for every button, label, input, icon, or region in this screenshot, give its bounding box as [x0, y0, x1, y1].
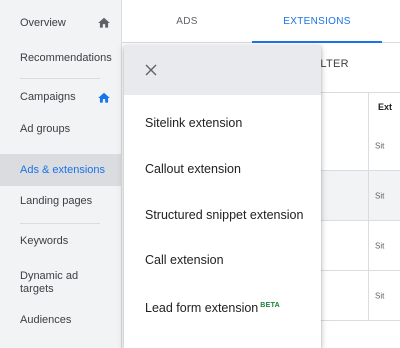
tab-ads[interactable]: ADS — [142, 0, 232, 41]
column-divider — [368, 121, 369, 170]
menu-item-callout-extension[interactable]: Callout extension — [124, 151, 321, 187]
home-icon — [98, 17, 110, 28]
divider — [20, 223, 100, 224]
beta-badge: BETA — [260, 302, 281, 309]
column-divider — [368, 93, 369, 121]
table-row[interactable]: Sit — [320, 121, 400, 171]
menu-item-lead-form-extension[interactable]: Lead form extension BETA — [124, 288, 321, 324]
sidebar-item-landing-pages[interactable]: Landing pages — [0, 195, 121, 211]
menu-header — [124, 45, 321, 95]
close-icon[interactable] — [144, 63, 158, 77]
sidebar-item-ads-extensions[interactable]: Ads & extensions — [0, 154, 121, 186]
sidebar-item-audiences[interactable]: Audiences — [0, 314, 121, 330]
table-cell: Sit — [375, 191, 385, 200]
sidebar-item-label: Ad groups — [20, 123, 71, 135]
column-divider — [368, 271, 369, 320]
home-icon — [98, 92, 110, 103]
table-cell: Sit — [375, 141, 385, 150]
divider — [20, 78, 100, 79]
sidebar-item-label: Keywords — [20, 235, 69, 247]
table-cell: Sit — [375, 291, 385, 300]
menu-item-call-extension[interactable]: Call extension — [124, 242, 321, 278]
sidebar-item-campaigns[interactable]: Campaigns — [0, 89, 121, 107]
sidebar-item-label: Audiences — [20, 314, 72, 326]
sidebar-item-keywords[interactable]: Keywords — [0, 235, 121, 251]
sidebar-item-overview[interactable]: Overview — [0, 13, 121, 33]
sidebar-item-ad-groups[interactable]: Ad groups — [0, 123, 121, 139]
sidebar-item-label: Landing pages — [20, 195, 93, 207]
sidebar-item-label: Ads & extensions — [20, 164, 105, 176]
column-divider — [368, 171, 369, 220]
extension-type-menu: Sitelink extension Callout extension Str… — [124, 45, 321, 348]
menu-item-sitelink-extension[interactable]: Sitelink extension — [124, 105, 321, 141]
sidebar-item-recommendations[interactable]: Recommendations — [0, 52, 121, 68]
menu-item-structured-snippet-extension[interactable]: Structured snippet extension — [124, 197, 321, 233]
column-divider — [368, 221, 369, 270]
table-cell: Sit — [375, 241, 385, 250]
tab-active-indicator — [252, 41, 382, 43]
sidebar-item-label: Recommendations — [20, 52, 112, 64]
column-header-extension[interactable]: Ext — [378, 102, 392, 112]
sidebar-item-dynamic-ad-targets[interactable]: Dynamic ad targets — [0, 270, 121, 298]
tab-extensions[interactable]: EXTENSIONS — [252, 0, 382, 41]
menu-item-label: Lead form extension — [145, 301, 259, 316]
table-row[interactable]: Sit — [320, 171, 400, 221]
tab-bar: ADS EXTENSIONS — [122, 0, 400, 43]
sidebar: Overview Recommendations Campaigns Ad gr… — [0, 0, 122, 348]
table-row[interactable]: Sit — [320, 221, 400, 271]
sidebar-item-label: Dynamic ad targets — [20, 270, 79, 295]
table-header: Ext — [320, 92, 400, 122]
table-row[interactable]: Sit — [320, 271, 400, 321]
